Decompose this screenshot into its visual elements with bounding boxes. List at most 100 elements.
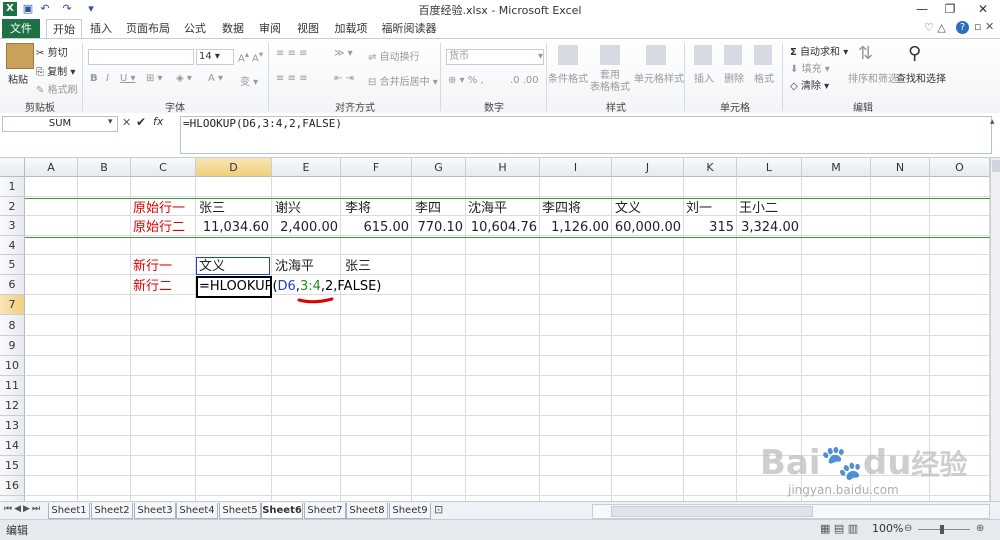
align-left-icon[interactable]: ≡ ≡ ≡	[276, 73, 308, 84]
sheet-tab[interactable]: Sheet7	[304, 503, 346, 519]
grow-font-icon[interactable]: A▴	[238, 49, 249, 64]
cell-value[interactable]: 沈海平	[275, 257, 314, 276]
cell-value[interactable]: 615.00	[341, 218, 410, 237]
cell-value[interactable]: 李将	[345, 199, 371, 218]
currency-icon[interactable]: ⊕ ▾ % ,	[448, 75, 484, 86]
font-name-dropdown[interactable]	[88, 49, 194, 65]
tab-page-layout[interactable]: 页面布局	[124, 19, 172, 38]
row-header[interactable]: 15	[0, 456, 25, 476]
row-header[interactable]: 13	[0, 416, 25, 436]
sheet-tab[interactable]: Sheet8	[346, 503, 388, 519]
name-box[interactable]: SUM	[2, 116, 118, 132]
tab-formulas[interactable]: 公式	[180, 19, 210, 38]
row-header[interactable]: 3	[0, 216, 25, 236]
minimize-ribbon-icon[interactable]: ♡ △	[924, 21, 946, 34]
cell-value[interactable]: 3,324.00	[737, 218, 799, 237]
paste-button[interactable]: 粘贴	[8, 71, 28, 86]
column-header[interactable]: E	[272, 158, 341, 177]
tab-addins[interactable]: 加载项	[331, 19, 371, 38]
fill-color-icon[interactable]: ◈ ▾	[176, 73, 192, 84]
merge-center-button[interactable]: ⊟ 合并后居中 ▾	[368, 73, 438, 88]
column-header[interactable]: O	[930, 158, 990, 177]
sort-filter-button[interactable]: 排序和筛选	[848, 70, 898, 85]
decimal-icon[interactable]: .0 .00	[510, 75, 539, 86]
shrink-font-icon[interactable]: A▾	[252, 49, 263, 64]
zoom-slider[interactable]	[918, 529, 970, 530]
indent-icon[interactable]: ⇤ ⇥	[334, 73, 354, 84]
column-header[interactable]: B	[78, 158, 131, 177]
cell-styles-button[interactable]: 单元格样式	[634, 70, 684, 85]
sheet-nav-arrows-icon[interactable]: ⏮◀▶⏭	[4, 504, 42, 514]
cell-d7-formula[interactable]: =HLOOKUP(D6,3:4,2,FALSE)	[199, 277, 381, 296]
column-header[interactable]: A	[25, 158, 78, 177]
workbook-window-controls-icon[interactable]: ▫ ✕	[974, 20, 994, 33]
phonetic-icon[interactable]: 变 ▾	[240, 73, 258, 88]
cell-value[interactable]: 李四将	[542, 199, 581, 218]
column-header[interactable]: K	[684, 158, 737, 177]
row-header[interactable]: 7	[0, 295, 25, 315]
find-select-button[interactable]: 查找和选择	[896, 70, 946, 85]
bold-icon[interactable]: B	[90, 73, 98, 84]
row-header[interactable]: 12	[0, 396, 25, 416]
row-header[interactable]: 14	[0, 436, 25, 456]
zoom-out-icon[interactable]: ⊖	[904, 523, 912, 534]
copy-button[interactable]: ⎘ 复制 ▾	[36, 63, 75, 78]
cell-value[interactable]: 11,034.60	[196, 218, 269, 237]
help-icon[interactable]: ?	[956, 21, 969, 34]
cell-value[interactable]: 谢兴	[275, 199, 301, 218]
cell-value[interactable]: 张三	[345, 257, 371, 276]
wrap-text-button[interactable]: ⇌ 自动换行	[368, 48, 420, 63]
cell-value[interactable]: 2,400.00	[272, 218, 338, 237]
sheet-tab[interactable]: Sheet9	[389, 503, 431, 519]
autosum-button[interactable]: Σ 自动求和 ▾	[790, 43, 848, 58]
clear-button[interactable]: ◇ 清除 ▾	[790, 77, 829, 92]
column-header[interactable]: F	[341, 158, 412, 177]
cut-button[interactable]: ✂ 剪切	[36, 44, 68, 59]
cancel-entry-icon[interactable]: ✕	[122, 116, 131, 129]
column-header[interactable]: G	[412, 158, 466, 177]
insert-sheet-icon[interactable]: ⊡	[434, 503, 443, 516]
column-header[interactable]: N	[871, 158, 930, 177]
zoom-slider-thumb[interactable]	[940, 525, 944, 534]
column-header[interactable]: L	[737, 158, 802, 177]
cell-value[interactable]: 10,604.76	[466, 218, 537, 237]
row-header[interactable]: 10	[0, 356, 25, 376]
tab-foxit-reader[interactable]: 福昕阅读器	[381, 19, 437, 38]
top-align-icon[interactable]: ≡ ≡ ≡	[276, 48, 308, 59]
zoom-level[interactable]: 100%	[872, 522, 903, 535]
cell-value[interactable]: 315	[684, 218, 734, 237]
format-as-table-button[interactable]: 套用 表格格式	[590, 70, 630, 94]
column-header[interactable]: C	[131, 158, 196, 177]
enter-entry-icon[interactable]: ✔	[136, 115, 146, 129]
cell-value[interactable]: 文义	[199, 257, 225, 276]
tab-insert[interactable]: 插入	[86, 19, 116, 38]
label-new-row-1[interactable]: 新行一	[133, 257, 172, 276]
row-header[interactable]: 16	[0, 476, 25, 496]
close-icon[interactable]: ✕	[966, 0, 1000, 19]
horizontal-scroll-thumb[interactable]	[611, 506, 813, 517]
label-new-row-2[interactable]: 新行二	[133, 277, 172, 296]
name-box-dropdown-icon[interactable]: ▾	[108, 117, 113, 127]
cell-value[interactable]: 张三	[199, 199, 225, 218]
border-icon[interactable]: ⊞ ▾	[146, 73, 163, 84]
sheet-tab[interactable]: Sheet6	[261, 503, 303, 519]
cell-value[interactable]: 60,000.00	[612, 218, 681, 237]
tab-data[interactable]: 数据	[218, 19, 248, 38]
sheet-tab[interactable]: Sheet1	[48, 503, 90, 519]
font-color-icon[interactable]: A ▾	[208, 73, 223, 84]
sheet-tab[interactable]: Sheet5	[219, 503, 261, 519]
sheet-tab[interactable]: Sheet4	[176, 503, 218, 519]
insert-cells-button[interactable]: 插入	[694, 70, 714, 85]
minimize-icon[interactable]: —	[908, 0, 936, 19]
cell-value[interactable]: 770.10	[412, 218, 464, 237]
tab-home[interactable]: 开始	[46, 19, 82, 39]
font-size-dropdown[interactable]: 14 ▾	[196, 49, 234, 65]
column-header[interactable]: H	[466, 158, 540, 177]
column-header[interactable]: I	[540, 158, 612, 177]
fill-button[interactable]: ⬇ 填充 ▾	[790, 60, 830, 75]
restore-icon[interactable]: ❐	[936, 0, 964, 19]
cell-value[interactable]: 沈海平	[468, 199, 507, 218]
label-original-row-1[interactable]: 原始行一	[133, 199, 185, 218]
sheet-tab[interactable]: Sheet3	[134, 503, 176, 519]
column-header[interactable]: D	[196, 158, 272, 177]
